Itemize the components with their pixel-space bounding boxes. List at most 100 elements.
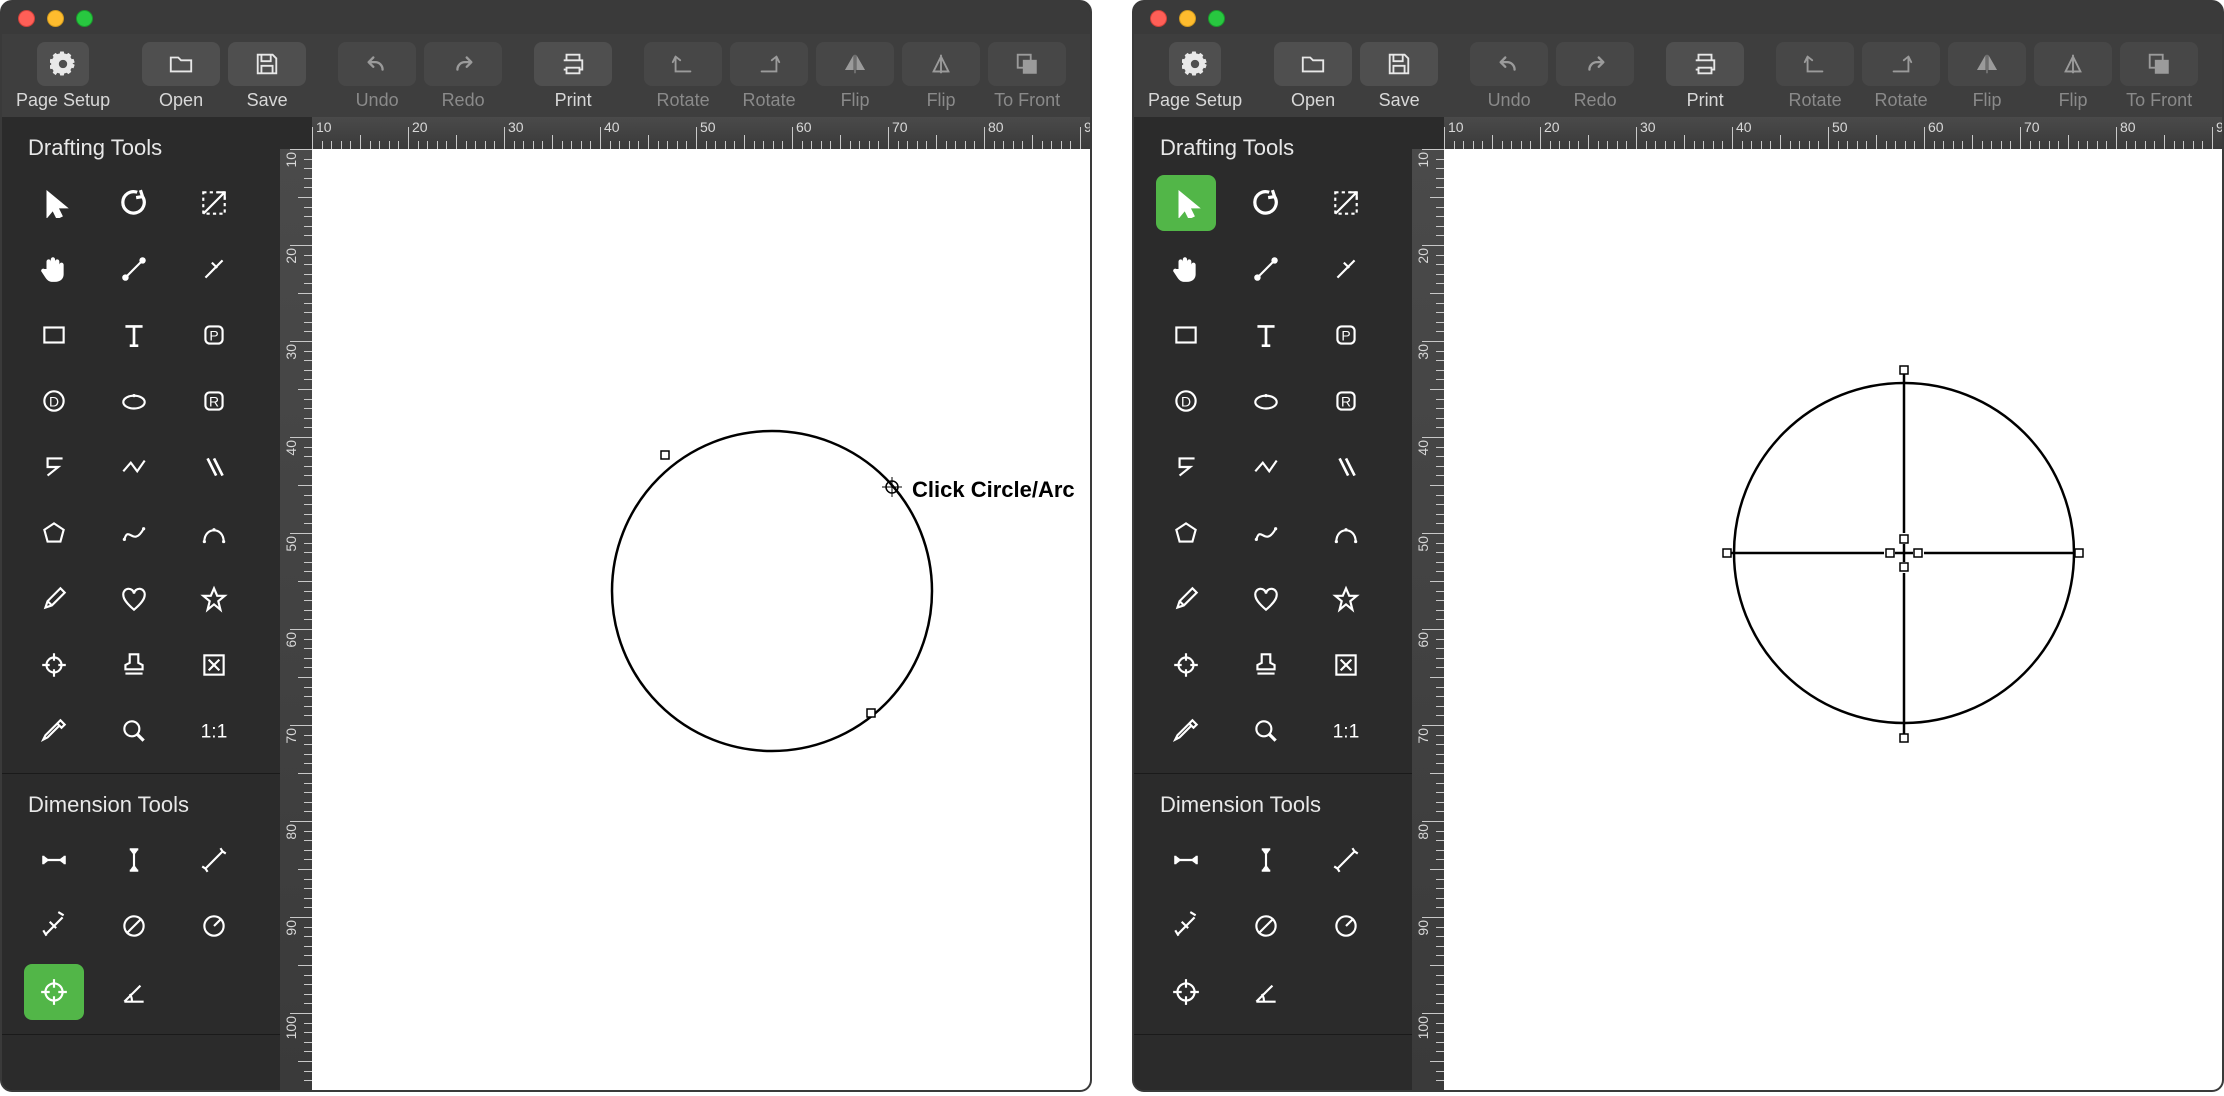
tool-polygon-open[interactable] <box>1156 439 1216 495</box>
flip-h-button[interactable] <box>1948 42 2026 86</box>
tool-pan-hand[interactable] <box>1156 241 1216 297</box>
redo-button[interactable] <box>424 42 502 86</box>
tool-bezier[interactable] <box>1316 505 1376 561</box>
tool-dim-horizontal[interactable] <box>24 832 84 888</box>
undo-button[interactable] <box>1470 42 1548 86</box>
tool-line[interactable] <box>104 241 164 297</box>
tool-parallel[interactable]: P <box>1316 307 1376 363</box>
tool-regular-polygon[interactable] <box>1156 505 1216 561</box>
tool-delete-x[interactable] <box>1316 637 1376 693</box>
tool-dim-radius[interactable] <box>184 898 244 954</box>
tool-actual-size[interactable]: 1:1 <box>184 703 244 759</box>
tool-eyedropper[interactable] <box>1156 703 1216 759</box>
tool-star-shape[interactable] <box>184 571 244 627</box>
selection-handle[interactable] <box>1900 535 1908 543</box>
tool-eyedropper[interactable] <box>24 703 84 759</box>
selection-handle[interactable] <box>1886 549 1894 557</box>
center-mark-graphic[interactable] <box>1729 368 2079 738</box>
tool-perp-line[interactable] <box>184 241 244 297</box>
selection-handle[interactable] <box>1900 366 1908 374</box>
tool-perp-line[interactable] <box>1316 241 1376 297</box>
selection-handle[interactable] <box>867 709 875 717</box>
tool-dim-diameter[interactable] <box>1236 898 1296 954</box>
zoom-button[interactable] <box>76 10 93 27</box>
save-button[interactable] <box>228 42 306 86</box>
tool-zoom[interactable] <box>1236 703 1296 759</box>
tool-text[interactable] <box>1236 307 1296 363</box>
tool-dim-vertical[interactable] <box>104 832 164 888</box>
redo-button[interactable] <box>1556 42 1634 86</box>
tool-dim-perp[interactable] <box>1156 898 1216 954</box>
minimize-button[interactable] <box>1179 10 1196 27</box>
tool-polyline[interactable] <box>104 439 164 495</box>
tool-stamp[interactable] <box>104 637 164 693</box>
tool-curve[interactable] <box>1236 505 1296 561</box>
tool-polygon-open[interactable] <box>24 439 84 495</box>
tool-parallel-lines[interactable] <box>1316 439 1376 495</box>
tool-center-mark[interactable] <box>1156 964 1216 1020</box>
selection-handle[interactable] <box>2075 549 2083 557</box>
vertical-ruler[interactable]: 102030405060708090100110 <box>280 149 312 1090</box>
tool-dim-perp[interactable] <box>24 898 84 954</box>
canvas[interactable] <box>1444 149 2222 1090</box>
tool-regular-polygon[interactable] <box>24 505 84 561</box>
page-setup-button[interactable] <box>1169 42 1221 86</box>
minimize-button[interactable] <box>47 10 64 27</box>
tool-rotate-handle[interactable] <box>1236 175 1296 231</box>
tool-rectangle[interactable] <box>1156 307 1216 363</box>
tool-dim-angle[interactable] <box>1236 964 1296 1020</box>
tool-stamp[interactable] <box>1236 637 1296 693</box>
tool-rounded-rect[interactable]: R <box>1316 373 1376 429</box>
tool-dim-radius[interactable] <box>1316 898 1376 954</box>
tool-pan-hand[interactable] <box>24 241 84 297</box>
flip-v-button[interactable] <box>2034 42 2112 86</box>
tool-line[interactable] <box>1236 241 1296 297</box>
tool-rectangle[interactable] <box>24 307 84 363</box>
selection-handle[interactable] <box>661 451 669 459</box>
undo-button[interactable] <box>338 42 416 86</box>
tool-dim-angle[interactable] <box>104 964 164 1020</box>
tool-bezier[interactable] <box>184 505 244 561</box>
tool-zoom[interactable] <box>104 703 164 759</box>
tool-text[interactable] <box>104 307 164 363</box>
tool-dim-diameter[interactable] <box>104 898 164 954</box>
tool-ellipse[interactable] <box>1236 373 1296 429</box>
print-button[interactable] <box>534 42 612 86</box>
to-front-button[interactable] <box>988 42 1066 86</box>
tool-dim-vertical[interactable] <box>1236 832 1296 888</box>
tool-center-mark[interactable] <box>24 964 84 1020</box>
horizontal-ruler[interactable]: 102030405060708090100 <box>1444 117 2222 149</box>
tool-rotate-handle[interactable] <box>104 175 164 231</box>
zoom-button[interactable] <box>1208 10 1225 27</box>
close-button[interactable] <box>18 10 35 27</box>
tool-double-line[interactable]: D <box>24 373 84 429</box>
vertical-ruler[interactable]: 102030405060708090100110 <box>1412 149 1444 1090</box>
selection-handle[interactable] <box>1914 549 1922 557</box>
save-button[interactable] <box>1360 42 1438 86</box>
tool-dim-oblique[interactable] <box>1316 832 1376 888</box>
tool-star-shape[interactable] <box>1316 571 1376 627</box>
tool-heart-shape[interactable] <box>104 571 164 627</box>
horizontal-ruler[interactable]: 102030405060708090100 <box>312 117 1090 149</box>
rotate-right-button[interactable] <box>1862 42 1940 86</box>
selection-handle[interactable] <box>1900 563 1908 571</box>
rotate-right-button[interactable] <box>730 42 808 86</box>
tool-parallel[interactable]: P <box>184 307 244 363</box>
tool-dim-horizontal[interactable] <box>1156 832 1216 888</box>
tool-polyline[interactable] <box>1236 439 1296 495</box>
open-button[interactable] <box>1274 42 1352 86</box>
selection-handle[interactable] <box>1723 549 1731 557</box>
to-front-button[interactable] <box>2120 42 2198 86</box>
tool-actual-size[interactable]: 1:1 <box>1316 703 1376 759</box>
tool-dim-oblique[interactable] <box>184 832 244 888</box>
tool-pointer[interactable] <box>24 175 84 231</box>
tool-pencil[interactable] <box>24 571 84 627</box>
tool-heart-shape[interactable] <box>1236 571 1296 627</box>
tool-ellipse[interactable] <box>104 373 164 429</box>
tool-double-line[interactable]: D <box>1156 373 1216 429</box>
print-button[interactable] <box>1666 42 1744 86</box>
tool-pointer[interactable] <box>1156 175 1216 231</box>
close-button[interactable] <box>1150 10 1167 27</box>
tool-pencil[interactable] <box>1156 571 1216 627</box>
tool-curve[interactable] <box>104 505 164 561</box>
